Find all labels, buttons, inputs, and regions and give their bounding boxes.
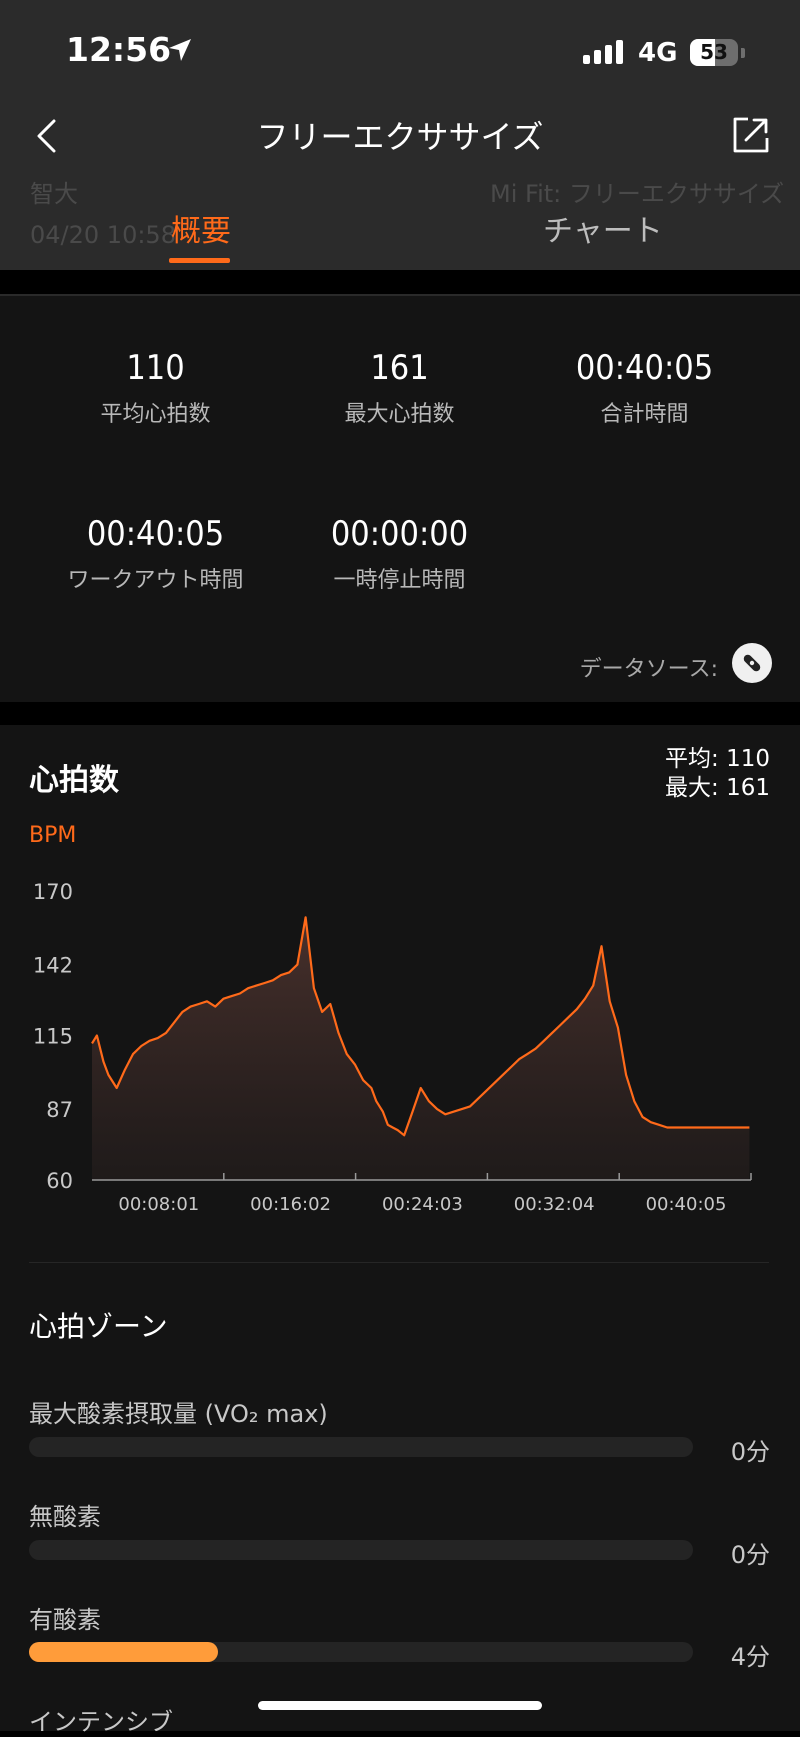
heart-rate-title: 心拍数 [29,763,119,798]
ghost-date: 04/20 10:58 [30,221,176,249]
y-tick-label: 170 [33,880,73,904]
battery-icon: 53 [690,39,738,66]
stat-value: 00:00:00 [330,514,469,554]
y-tick-label: 60 [46,1169,73,1193]
app-header: 12:56 4G 53 フリーエクササイズ 智大 04/20 10:58 Mi … [0,0,800,270]
active-tab-indicator [169,258,230,263]
heart-rate-summary: 平均: 110 最大: 161 [665,745,770,803]
heart-rate-chart[interactable]: 170 142 115 87 60 00:08:01 00:16:02 00:24:03 00:… [0,870,800,1230]
zone-time-aerobic: 4分 [730,1643,770,1671]
heart-rate-area [92,917,750,1180]
stat-label: 合計時間 [600,402,689,427]
zone-bar-anaerobic [29,1540,693,1560]
device-source-icon[interactable] [732,643,772,683]
stat-value: 110 [126,348,185,388]
stat-pause-time: 00:00:00 一時停止時間 [277,514,522,594]
ghost-user-name: 智大 [30,180,78,208]
zone-label-intensive: インテンシブ [29,1708,173,1736]
zone-time-vo2max: 0分 [730,1438,770,1466]
divider [29,1262,769,1263]
location-arrow-icon [166,36,194,68]
zone-time-anaerobic: 0分 [730,1541,770,1569]
tab-chart[interactable]: チャート [543,206,663,250]
stat-value: 161 [370,348,429,388]
y-tick-label: 115 [33,1025,73,1049]
stat-max-heart-rate: 161 最大心拍数 [277,348,522,428]
heart-rate-max: 最大: 161 [665,775,770,801]
zone-label-aerobic: 有酸素 [29,1606,101,1634]
ghost-source: Mi Fit: フリーエクササイズ [490,180,785,208]
stat-label: 平均心拍数 [100,402,211,427]
x-tick-label: 00:16:02 [250,1194,331,1215]
x-tick-label: 00:08:01 [118,1194,199,1215]
y-tick-label: 87 [46,1098,73,1122]
page-title: フリーエクササイズ [256,118,544,156]
zone-label-vo2max: 最大酸素摂取量 (VO₂ max) [29,1400,328,1428]
bpm-unit-label: BPM [29,823,77,848]
stats-card: 110 平均心拍数 161 最大心拍数 00:40:05 合計時間 00:40:… [0,296,800,702]
x-tick-label: 00:32:04 [514,1194,595,1215]
stat-avg-heart-rate: 110 平均心拍数 [33,348,278,428]
heart-rate-zones-title: 心拍ゾーン [29,1310,168,1343]
share-export-icon[interactable] [732,116,770,158]
stat-total-time: 00:40:05 合計時間 [522,348,767,428]
network-type: 4G [638,38,678,68]
data-source-label: データソース: [579,657,718,682]
stat-label: ワークアウト時間 [67,568,244,593]
stat-workout-time: 00:40:05 ワークアウト時間 [33,514,278,594]
zone-bar-aerobic [29,1642,693,1662]
stat-value: 00:40:05 [575,348,714,388]
zone-label-anaerobic: 無酸素 [29,1503,101,1531]
x-tick-label: 00:24:03 [382,1194,463,1215]
tab-summary[interactable]: 概要 [171,206,231,250]
status-time: 12:56 [66,30,172,69]
home-indicator [258,1701,542,1710]
status-bar: 12:56 4G 53 [0,0,800,100]
zone-bar-fill [29,1642,219,1662]
stat-label: 一時停止時間 [333,568,466,593]
signal-icon [583,40,623,64]
zone-bar-vo2max [29,1437,693,1457]
x-tick-label: 00:40:05 [646,1194,727,1215]
stat-label: 最大心拍数 [344,402,455,427]
heart-rate-avg: 平均: 110 [665,746,770,772]
battery-tip [741,48,745,58]
y-tick-label: 142 [33,954,73,978]
stat-value: 00:40:05 [86,514,225,554]
battery-percent: 53 [700,40,728,64]
